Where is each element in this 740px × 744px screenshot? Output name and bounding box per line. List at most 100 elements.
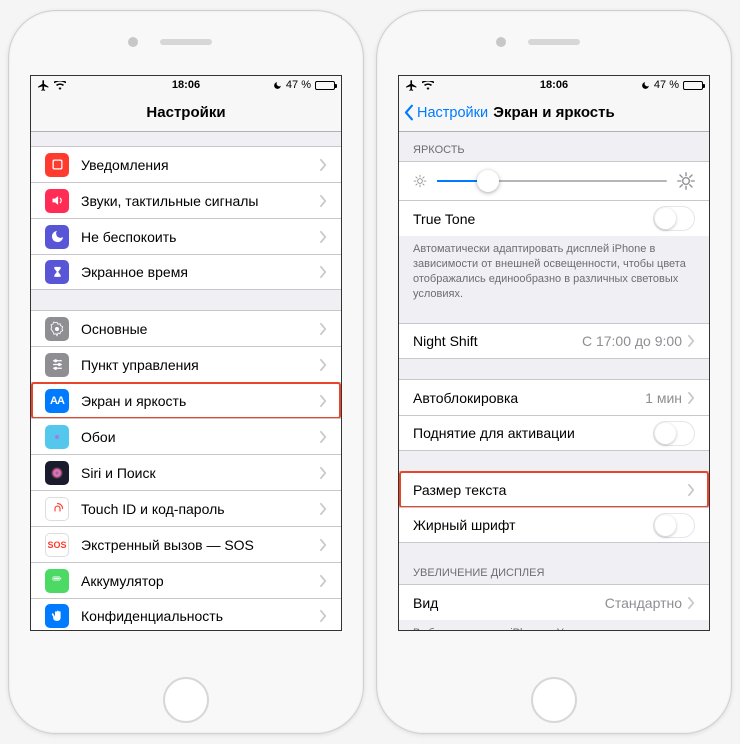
raise-toggle[interactable] <box>653 421 695 446</box>
chevron-right-icon <box>320 323 327 335</box>
row-sounds[interactable]: Звуки, тактильные сигналы <box>31 182 341 218</box>
bold-label: Жирный шрифт <box>413 517 653 533</box>
truetone-footer: Автоматически адаптировать дисплей iPhon… <box>399 236 709 303</box>
status-time: 18:06 <box>540 79 568 91</box>
moon-icon <box>45 225 69 249</box>
battery-icon <box>315 81 335 90</box>
chevron-right-icon <box>320 503 327 515</box>
phone-right: 18:06 47 % Настройки Экран и яркость ЯРК… <box>376 10 732 734</box>
row-control-center[interactable]: Пункт управления <box>31 346 341 382</box>
settings-list[interactable]: Уведомления Звуки, тактильные сигналы Не… <box>31 132 341 630</box>
row-display-zoom[interactable]: Вид Стандартно <box>399 584 709 620</box>
zoom-header: УВЕЛИЧЕНИЕ ДИСПЛЕЯ <box>399 563 709 584</box>
autolock-label: Автоблокировка <box>413 390 645 406</box>
status-bar: 18:06 47 % <box>31 76 341 94</box>
battery-icon <box>683 81 703 90</box>
speaker-icon <box>45 189 69 213</box>
row-siri[interactable]: Siri и Поиск <box>31 454 341 490</box>
siri-icon <box>45 461 69 485</box>
row-label: Экран и яркость <box>81 393 320 409</box>
chevron-right-icon <box>320 610 327 622</box>
nightshift-label: Night Shift <box>413 333 582 349</box>
airplane-icon <box>405 79 418 92</box>
screen-settings: 18:06 47 % Настройки Уведомления Звуки, … <box>30 75 342 631</box>
row-truetone[interactable]: True Tone <box>399 200 709 236</box>
chevron-left-icon <box>403 104 414 121</box>
back-button[interactable]: Настройки <box>403 104 488 121</box>
row-sos[interactable]: SOS Экстренный вызов — SOS <box>31 526 341 562</box>
row-label: Уведомления <box>81 157 320 173</box>
page-title: Экран и яркость <box>493 104 614 121</box>
hourglass-icon <box>45 260 69 284</box>
airplane-icon <box>37 79 50 92</box>
autolock-value: 1 мин <box>645 390 682 406</box>
row-display[interactable]: AA Экран и яркость <box>31 382 341 418</box>
home-button[interactable] <box>163 677 209 723</box>
row-raise-to-wake[interactable]: Поднятие для активации <box>399 415 709 451</box>
brightness-slider-row <box>399 161 709 200</box>
row-label: Экранное время <box>81 264 320 280</box>
row-text-size[interactable]: Размер текста <box>399 471 709 507</box>
chevron-right-icon <box>688 597 695 609</box>
row-label: Основные <box>81 321 320 337</box>
brightness-slider[interactable] <box>437 180 667 182</box>
row-label: Конфиденциальность <box>81 608 320 624</box>
screen-display-brightness: 18:06 47 % Настройки Экран и яркость ЯРК… <box>398 75 710 631</box>
chevron-right-icon <box>320 359 327 371</box>
page-title: Настройки <box>146 104 225 121</box>
view-label: Вид <box>413 595 605 611</box>
chevron-right-icon <box>320 266 327 278</box>
zoom-footer: Выберите вид для iPhone: «Увеличено» пок… <box>399 620 709 630</box>
SOS-icon: SOS <box>45 533 69 557</box>
nightshift-value: С 17:00 до 9:00 <box>582 333 682 349</box>
hand-icon <box>45 604 69 628</box>
row-touchid[interactable]: Touch ID и код-пароль <box>31 490 341 526</box>
truetone-toggle[interactable] <box>653 206 695 231</box>
chevron-right-icon <box>688 484 695 496</box>
chevron-right-icon <box>320 431 327 443</box>
chevron-right-icon <box>688 392 695 404</box>
chevron-right-icon <box>320 231 327 243</box>
battery-percent: 47 % <box>654 79 679 91</box>
row-dnd[interactable]: Не беспокоить <box>31 218 341 254</box>
row-label: Touch ID и код-пароль <box>81 501 320 517</box>
battery-icon <box>45 569 69 593</box>
flower-icon <box>45 425 69 449</box>
row-wallpaper[interactable]: Обои <box>31 418 341 454</box>
row-label: Экстренный вызов — SOS <box>81 537 320 553</box>
row-screentime[interactable]: Экранное время <box>31 254 341 290</box>
row-autolock[interactable]: Автоблокировка 1 мин <box>399 379 709 415</box>
phone-camera <box>496 37 506 47</box>
row-bold-text[interactable]: Жирный шрифт <box>399 507 709 543</box>
display-settings-list[interactable]: ЯРКОСТЬ True Tone Автоматически адаптиро… <box>399 132 709 630</box>
brightness-header: ЯРКОСТЬ <box>399 140 709 161</box>
battery-percent: 47 % <box>286 79 311 91</box>
row-label: Пункт управления <box>81 357 320 373</box>
row-privacy[interactable]: Конфиденциальность <box>31 598 341 630</box>
sun-small-icon <box>413 174 427 188</box>
row-general[interactable]: Основные <box>31 310 341 346</box>
phone-speaker <box>528 39 580 45</box>
home-button[interactable] <box>531 677 577 723</box>
view-value: Стандартно <box>605 595 682 611</box>
nav-bar: Настройки Экран и яркость <box>399 94 709 132</box>
dnd-status-icon <box>641 81 650 90</box>
row-notifications[interactable]: Уведомления <box>31 146 341 182</box>
row-label: Обои <box>81 429 320 445</box>
row-label: Звуки, тактильные сигналы <box>81 193 320 209</box>
phone-speaker <box>160 39 212 45</box>
status-time: 18:06 <box>172 79 200 91</box>
phone-camera <box>128 37 138 47</box>
chevron-right-icon <box>320 575 327 587</box>
row-nightshift[interactable]: Night Shift С 17:00 до 9:00 <box>399 323 709 359</box>
row-battery[interactable]: Аккумулятор <box>31 562 341 598</box>
phone-left: 18:06 47 % Настройки Уведомления Звуки, … <box>8 10 364 734</box>
chevron-right-icon <box>320 195 327 207</box>
bold-toggle[interactable] <box>653 513 695 538</box>
wifi-icon <box>422 81 434 90</box>
chevron-right-icon <box>320 539 327 551</box>
back-label: Настройки <box>417 105 488 121</box>
bell-icon <box>45 153 69 177</box>
chevron-right-icon <box>320 395 327 407</box>
sun-large-icon <box>677 172 695 190</box>
